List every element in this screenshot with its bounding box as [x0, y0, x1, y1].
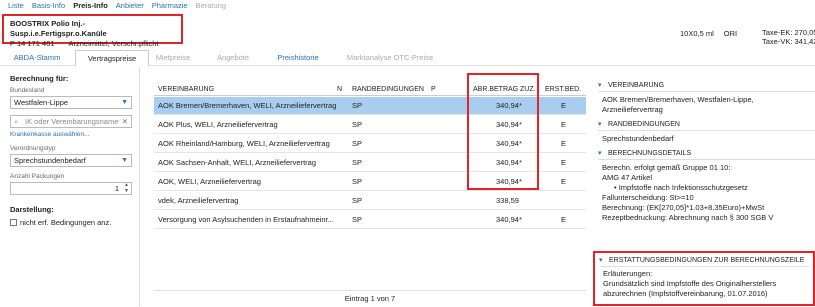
detail-line: Berechnung: (EK[270,05]*1.03+8,35Euro)+M… [602, 203, 765, 212]
nav-beratung: Beratung [195, 1, 227, 10]
cell-rand: SP [352, 177, 363, 186]
cell-vereinbarung: Versorgung von Asylsuchenden in Erstaufn… [158, 215, 334, 224]
product-pzn: P 14 171 461 [10, 39, 55, 48]
stepper-arrows-icon[interactable]: ▲ ▼ [124, 182, 129, 194]
tab-bar: ABDA-Stamm Vertragspreise Mietpreise Ang… [0, 50, 815, 66]
berechnungsdetails-body: Berechn. erfolgt gemäß Gruppe 01 10: AMG… [598, 160, 815, 226]
verordnungstyp-select[interactable]: Sprechstundenbedarf ▼ [10, 154, 132, 167]
cell-rand: SP [352, 196, 363, 205]
table-row[interactable]: Versorgung von Asylsuchenden in Erstaufn… [154, 211, 586, 229]
section-randbedingungen[interactable]: ▾ RANDBEDINGUNGEN [598, 118, 815, 131]
col-erst-bed[interactable]: ERST.BED. [545, 86, 581, 93]
tax-ek: Taxe-EK: 270,05 [762, 28, 815, 37]
packungen-label: Anzahl Packungen [10, 173, 65, 180]
tab-preishistorie[interactable]: Preishistorie [270, 50, 326, 66]
bundesland-select[interactable]: Westfalen-Lippe ▼ [10, 96, 132, 109]
bundesland-label: Bundesland [10, 87, 45, 94]
cell-erst: E [561, 158, 567, 167]
detail-line: AMG 47 Artikel [602, 173, 653, 182]
detail-line: Rezeptbedruckung: Abrechnung nach § 300 … [602, 213, 774, 222]
cell-rand: SP [352, 158, 363, 167]
table-row[interactable]: vdek, Arzneiliefervertrag SP 338,59 [154, 192, 586, 210]
pack-size: 10X0,5 ml [680, 29, 714, 38]
cell-erst: E [561, 120, 567, 129]
nav-preis-info[interactable]: Preis-Info [69, 0, 112, 11]
tax-vk: Taxe-VK: 341,42 [762, 37, 815, 46]
vereinbarung-value: AOK Bremen/Bremerhaven, Westfalen-Lippe,… [602, 95, 754, 114]
search-icon: ⌕ [14, 117, 19, 126]
cell-erst: E [561, 101, 567, 110]
chevron-down-icon: ▾ [598, 121, 602, 128]
product-header: BOOSTRIX Polio Inj.-Susp.i.e.Fertigspr.o… [0, 11, 815, 48]
cell-betrag: 340,94* [496, 215, 522, 224]
bedingungen-checkbox[interactable] [10, 219, 17, 226]
tab-vertragspreise[interactable]: Vertragspreise [75, 50, 149, 66]
filter-panel: Berechnung für: Bundesland Westfalen-Lip… [0, 67, 140, 306]
chevron-down-icon: ▾ [599, 257, 603, 264]
cell-vereinbarung: AOK Bremen/Bremerhaven, WELI, Arzneilief… [158, 101, 337, 110]
checkbox-label: nicht erf. Bedingungen anz. [20, 218, 112, 227]
cell-vereinbarung: vdek, Arzneiliefervertrag [158, 196, 239, 205]
detail-line: Berechn. erfolgt gemäß Gruppe 01 10: [602, 163, 731, 172]
product-info-box: BOOSTRIX Polio Inj.-Susp.i.e.Fertigspr.o… [2, 14, 183, 48]
cell-vereinbarung: AOK Rheinland/Hamburg, WELI, Arzneiliefe… [158, 139, 330, 148]
tab-angebote: Angebote [216, 53, 250, 62]
section-erstattungsbedingungen[interactable]: ▾ ERSTATTUNGSBEDINGUNGEN ZUR BERECHNUNGSZ… [599, 254, 809, 267]
erstattung-body: Erläuterungen: Grundsätzlich sind Impfst… [599, 267, 809, 301]
berechnung-label: Berechnung für: [10, 74, 69, 83]
cell-erst: E [561, 177, 567, 186]
tab-marktanalyse: Marktanalyse OTC-Preise [346, 53, 434, 62]
nav-anbieter[interactable]: Anbieter [112, 0, 148, 11]
chevron-down-icon: ▼ [121, 157, 128, 164]
detail-line: • Impfstoffe nach Infektionsschutzgesetz [614, 183, 748, 192]
cell-betrag: 338,59 [496, 196, 519, 205]
cell-rand: SP [352, 139, 363, 148]
product-name: BOOSTRIX Polio Inj.-Susp.i.e.Fertigspr.o… [10, 19, 107, 38]
cell-vereinbarung: AOK, WELI, Arzneiliefervertrag [158, 177, 261, 186]
chevron-down-icon: ▾ [598, 82, 602, 89]
section-berechnungsdetails[interactable]: ▾ BERECHNUNGSDETAILS [598, 147, 815, 160]
detail-line: Erläuterungen: [603, 269, 653, 278]
darstellung-label: Darstellung: [10, 205, 54, 214]
nav-pharmazie[interactable]: Pharmazie [148, 0, 192, 11]
packungen-stepper[interactable]: 1 ▲ ▼ [10, 182, 132, 195]
top-navigation: Liste Basis-Info Preis-Info Anbieter Pha… [0, 0, 815, 11]
pack-origin: ORI [723, 29, 738, 38]
krankenkasse-link[interactable]: Krankenkasse auswählen... [10, 131, 129, 138]
cell-vereinbarung: AOK Plus, WELI, Arzneiliefervertrag [158, 120, 278, 129]
randbedingungen-value: Sprechstundenbedarf [602, 134, 674, 143]
detail-line: Grundsätzlich sind Impfstoffe des Origin… [603, 279, 777, 298]
product-category: Arzneimittel, Verschr.pflicht [68, 39, 159, 48]
cell-rand: SP [352, 101, 363, 110]
tax-info: Taxe-EK: 270,05 Taxe-VK: 341,42 [762, 28, 815, 46]
clear-icon[interactable]: ✕ [122, 116, 128, 127]
section-vereinbarung[interactable]: ▾ VEREINBARUNG [598, 79, 815, 92]
cell-vereinbarung: AOK Sachsen-Anhalt, WELI, Arzneilieferve… [158, 158, 316, 167]
col-vereinbarung[interactable]: VEREINBARUNG [158, 86, 214, 93]
verordnungstyp-label: Verordnungstyp [10, 145, 56, 152]
cell-erst: E [561, 215, 567, 224]
betrag-highlight-box [467, 73, 539, 190]
cell-rand: SP [352, 120, 363, 129]
chevron-down-icon: ▾ [598, 150, 602, 157]
detail-line: Fallunterscheidung: St>=10 [602, 193, 694, 202]
col-n[interactable]: N [337, 86, 342, 93]
cell-erst: E [561, 139, 567, 148]
tab-abda-stamm[interactable]: ABDA-Stamm [0, 50, 74, 66]
nav-basis-info[interactable]: Basis-Info [28, 0, 69, 11]
erstattung-highlight-box: ▾ ERSTATTUNGSBEDINGUNGEN ZUR BERECHNUNGSZ… [593, 251, 815, 306]
col-randbedingungen[interactable]: RANDBEDINGUNGEN [352, 86, 424, 93]
pagination: Eintrag 1 von 7 [154, 290, 586, 306]
nav-liste[interactable]: Liste [4, 0, 28, 11]
col-p[interactable]: P [431, 86, 436, 93]
pack-info: 10X0,5 ml ORI [680, 29, 747, 38]
chevron-down-icon: ▼ [121, 99, 128, 106]
cell-rand: SP [352, 215, 363, 224]
tab-mietpreise: Mietpreise [155, 53, 191, 62]
vereinbarung-search-input[interactable]: ⌕ IK oder Vereinbarungsname ✕ [10, 115, 132, 128]
